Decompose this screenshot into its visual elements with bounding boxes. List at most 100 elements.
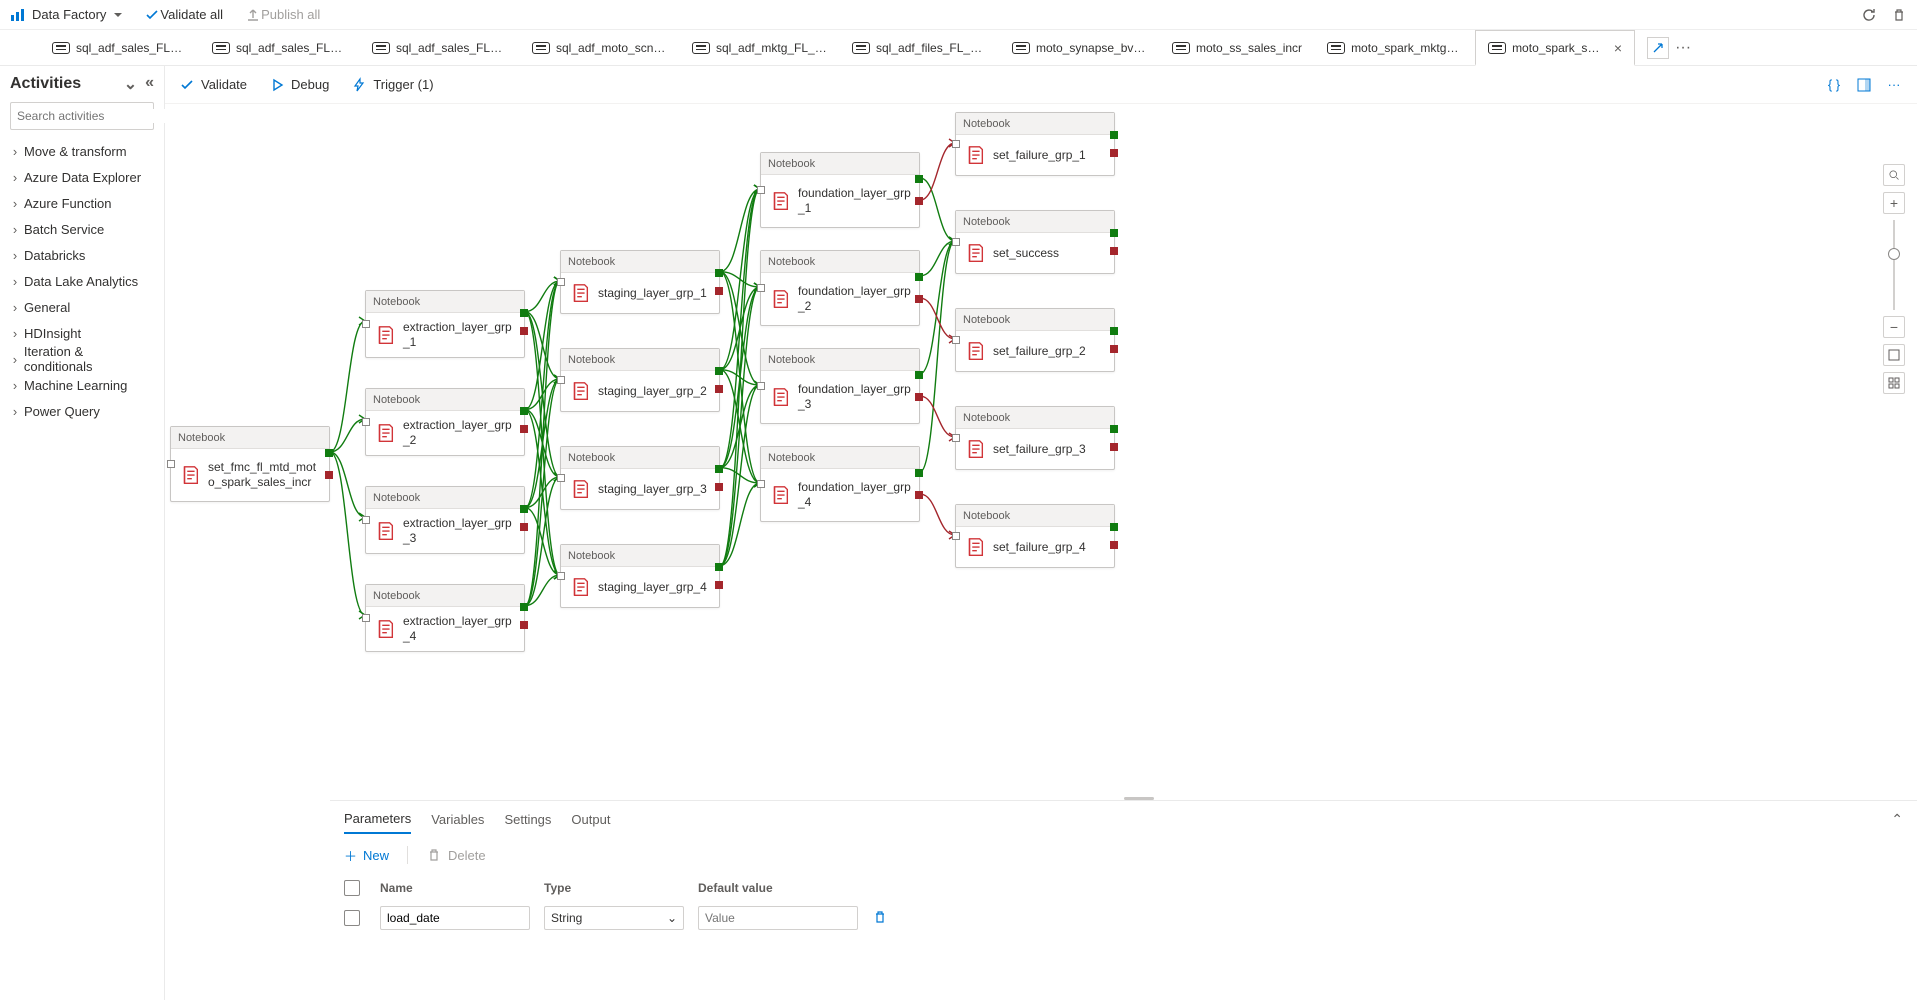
tab-2[interactable]: sql_adf_sales_FL_01... [360, 30, 520, 65]
activity-node[interactable]: Notebookstaging_layer_grp_3 [560, 446, 720, 510]
chevron-right-icon: › [10, 248, 20, 263]
tab-settings[interactable]: Settings [504, 806, 551, 833]
tab-6[interactable]: moto_synapse_bv_i... [1000, 30, 1160, 65]
failure-edge[interactable] [920, 396, 955, 437]
pipeline-icon [212, 42, 230, 54]
more-icon[interactable]: ··· [1669, 39, 1697, 57]
code-view-icon[interactable]: { } [1825, 76, 1843, 94]
activity-category[interactable]: ›Databricks [10, 242, 154, 268]
delete-row-button[interactable] [872, 909, 888, 928]
tab-parameters[interactable]: Parameters [344, 805, 411, 834]
close-icon[interactable]: × [1614, 40, 1622, 56]
node-title: staging_layer_grp_2 [598, 384, 707, 399]
delete-icon[interactable] [1891, 7, 1907, 23]
activity-node[interactable]: Notebookset_failure_grp_3 [955, 406, 1115, 470]
activity-node[interactable]: Notebookfoundation_layer_grp_2 [760, 250, 920, 326]
brand-dropdown[interactable]: Data Factory [10, 7, 122, 22]
tab-7[interactable]: moto_ss_sales_incr [1160, 30, 1315, 65]
activity-category[interactable]: ›Batch Service [10, 216, 154, 242]
activity-node[interactable]: Notebookstaging_layer_grp_1 [560, 250, 720, 314]
tab-output[interactable]: Output [571, 806, 610, 833]
row-checkbox[interactable] [344, 910, 360, 926]
success-edge[interactable] [330, 452, 365, 517]
refresh-icon[interactable] [1861, 7, 1877, 23]
debug-button[interactable]: Debug [269, 77, 329, 93]
notebook-icon [374, 618, 396, 640]
tab-4[interactable]: sql_adf_mktg_FL_04... [680, 30, 840, 65]
zoom-thumb[interactable] [1888, 248, 1900, 260]
tab-3[interactable]: sql_adf_moto_scn0... [520, 30, 680, 65]
activity-category[interactable]: ›Machine Learning [10, 372, 154, 398]
success-edge[interactable] [330, 452, 365, 615]
param-type-select[interactable]: String⌄ [544, 906, 684, 930]
success-edge[interactable] [525, 281, 560, 606]
zoom-out-button[interactable]: − [1883, 316, 1905, 338]
validate-all-button[interactable]: Validate all [144, 7, 223, 23]
activity-node[interactable]: Notebookfoundation_layer_grp_4 [760, 446, 920, 522]
success-edge[interactable] [330, 321, 365, 452]
activity-category[interactable]: ›Azure Function [10, 190, 154, 216]
node-type-label: Notebook [761, 153, 919, 175]
failure-edge[interactable] [920, 494, 955, 535]
param-value-input[interactable] [698, 906, 858, 930]
search-canvas-icon[interactable] [1883, 164, 1905, 186]
select-all-checkbox[interactable] [344, 880, 360, 896]
activity-category[interactable]: ›Power Query [10, 398, 154, 424]
node-title: extraction_layer_grp_4 [403, 614, 516, 644]
activity-node[interactable]: Notebookstaging_layer_grp_2 [560, 348, 720, 412]
failure-edge[interactable] [920, 143, 955, 200]
activities-sidebar: Activities ⌄ « ›Move & transform›Azure D… [0, 66, 165, 1000]
activity-node[interactable]: Notebookfoundation_layer_grp_3 [760, 348, 920, 424]
trigger-button[interactable]: Trigger (1) [351, 77, 433, 93]
success-edge[interactable] [720, 189, 760, 566]
activity-node[interactable]: Notebookextraction_layer_grp_1 [365, 290, 525, 358]
pipeline-icon [1488, 42, 1506, 54]
activity-category[interactable]: ›Iteration & conditionals [10, 346, 154, 372]
chevron-expand-icon[interactable]: ⌄ [124, 74, 137, 94]
node-title: set_fmc_fl_mtd_moto_spark_sales_incr [208, 460, 321, 490]
activity-category[interactable]: ›HDInsight [10, 320, 154, 346]
activity-node[interactable]: Notebookextraction_layer_grp_3 [365, 486, 525, 554]
validate-button[interactable]: Validate [179, 77, 247, 93]
activity-node[interactable]: Notebookfoundation_layer_grp_1 [760, 152, 920, 228]
activity-node[interactable]: Notebookstaging_layer_grp_4 [560, 544, 720, 608]
node-type-label: Notebook [956, 505, 1114, 527]
collapse-sidebar-icon[interactable]: « [145, 74, 154, 94]
activity-node[interactable]: Notebookextraction_layer_grp_4 [365, 584, 525, 652]
notebook-icon [569, 380, 591, 402]
zoom-in-button[interactable]: + [1883, 192, 1905, 214]
activity-node[interactable]: Notebookset_fmc_fl_mtd_moto_spark_sales_… [170, 426, 330, 502]
new-parameter-button[interactable]: ＋New [344, 846, 389, 865]
activity-node[interactable]: Notebookset_failure_grp_1 [955, 112, 1115, 176]
expand-diagonal-button[interactable] [1647, 37, 1669, 59]
col-default-value: Default value [698, 881, 858, 895]
properties-icon[interactable] [1855, 76, 1873, 94]
splitter-handle[interactable] [1124, 797, 1154, 800]
activity-category[interactable]: ›General [10, 294, 154, 320]
node-title: foundation_layer_grp_3 [798, 382, 911, 412]
tab-9[interactable]: moto_spark_sales_i...× [1475, 30, 1635, 66]
activity-node[interactable]: Notebookextraction_layer_grp_2 [365, 388, 525, 456]
activities-search[interactable] [10, 102, 154, 130]
activity-category[interactable]: ›Move & transform [10, 138, 154, 164]
fit-screen-button[interactable] [1883, 344, 1905, 366]
tab-variables[interactable]: Variables [431, 806, 484, 833]
tab-0[interactable]: sql_adf_sales_FL_04... [40, 30, 200, 65]
toolbar-more-icon[interactable]: ··· [1885, 76, 1903, 94]
activity-node[interactable]: Notebookset_failure_grp_4 [955, 504, 1115, 568]
activities-search-input[interactable] [17, 109, 172, 123]
expand-panel-icon[interactable]: ⌃ [1891, 811, 1903, 828]
activity-node[interactable]: Notebookset_failure_grp_2 [955, 308, 1115, 372]
activity-node[interactable]: Notebookset_success [955, 210, 1115, 274]
zoom-slider[interactable] [1893, 220, 1895, 310]
param-name-input[interactable] [380, 906, 530, 930]
activity-category[interactable]: ›Data Lake Analytics [10, 268, 154, 294]
tab-8[interactable]: moto_spark_mktg_i... [1315, 30, 1475, 65]
tab-1[interactable]: sql_adf_sales_FL_04... [200, 30, 360, 65]
success-edge[interactable] [920, 178, 955, 241]
minimap-button[interactable] [1883, 372, 1905, 394]
success-edge[interactable] [920, 241, 955, 472]
activity-category[interactable]: ›Azure Data Explorer [10, 164, 154, 190]
chevron-right-icon: › [10, 144, 20, 159]
tab-5[interactable]: sql_adf_files_FL_04... [840, 30, 1000, 65]
